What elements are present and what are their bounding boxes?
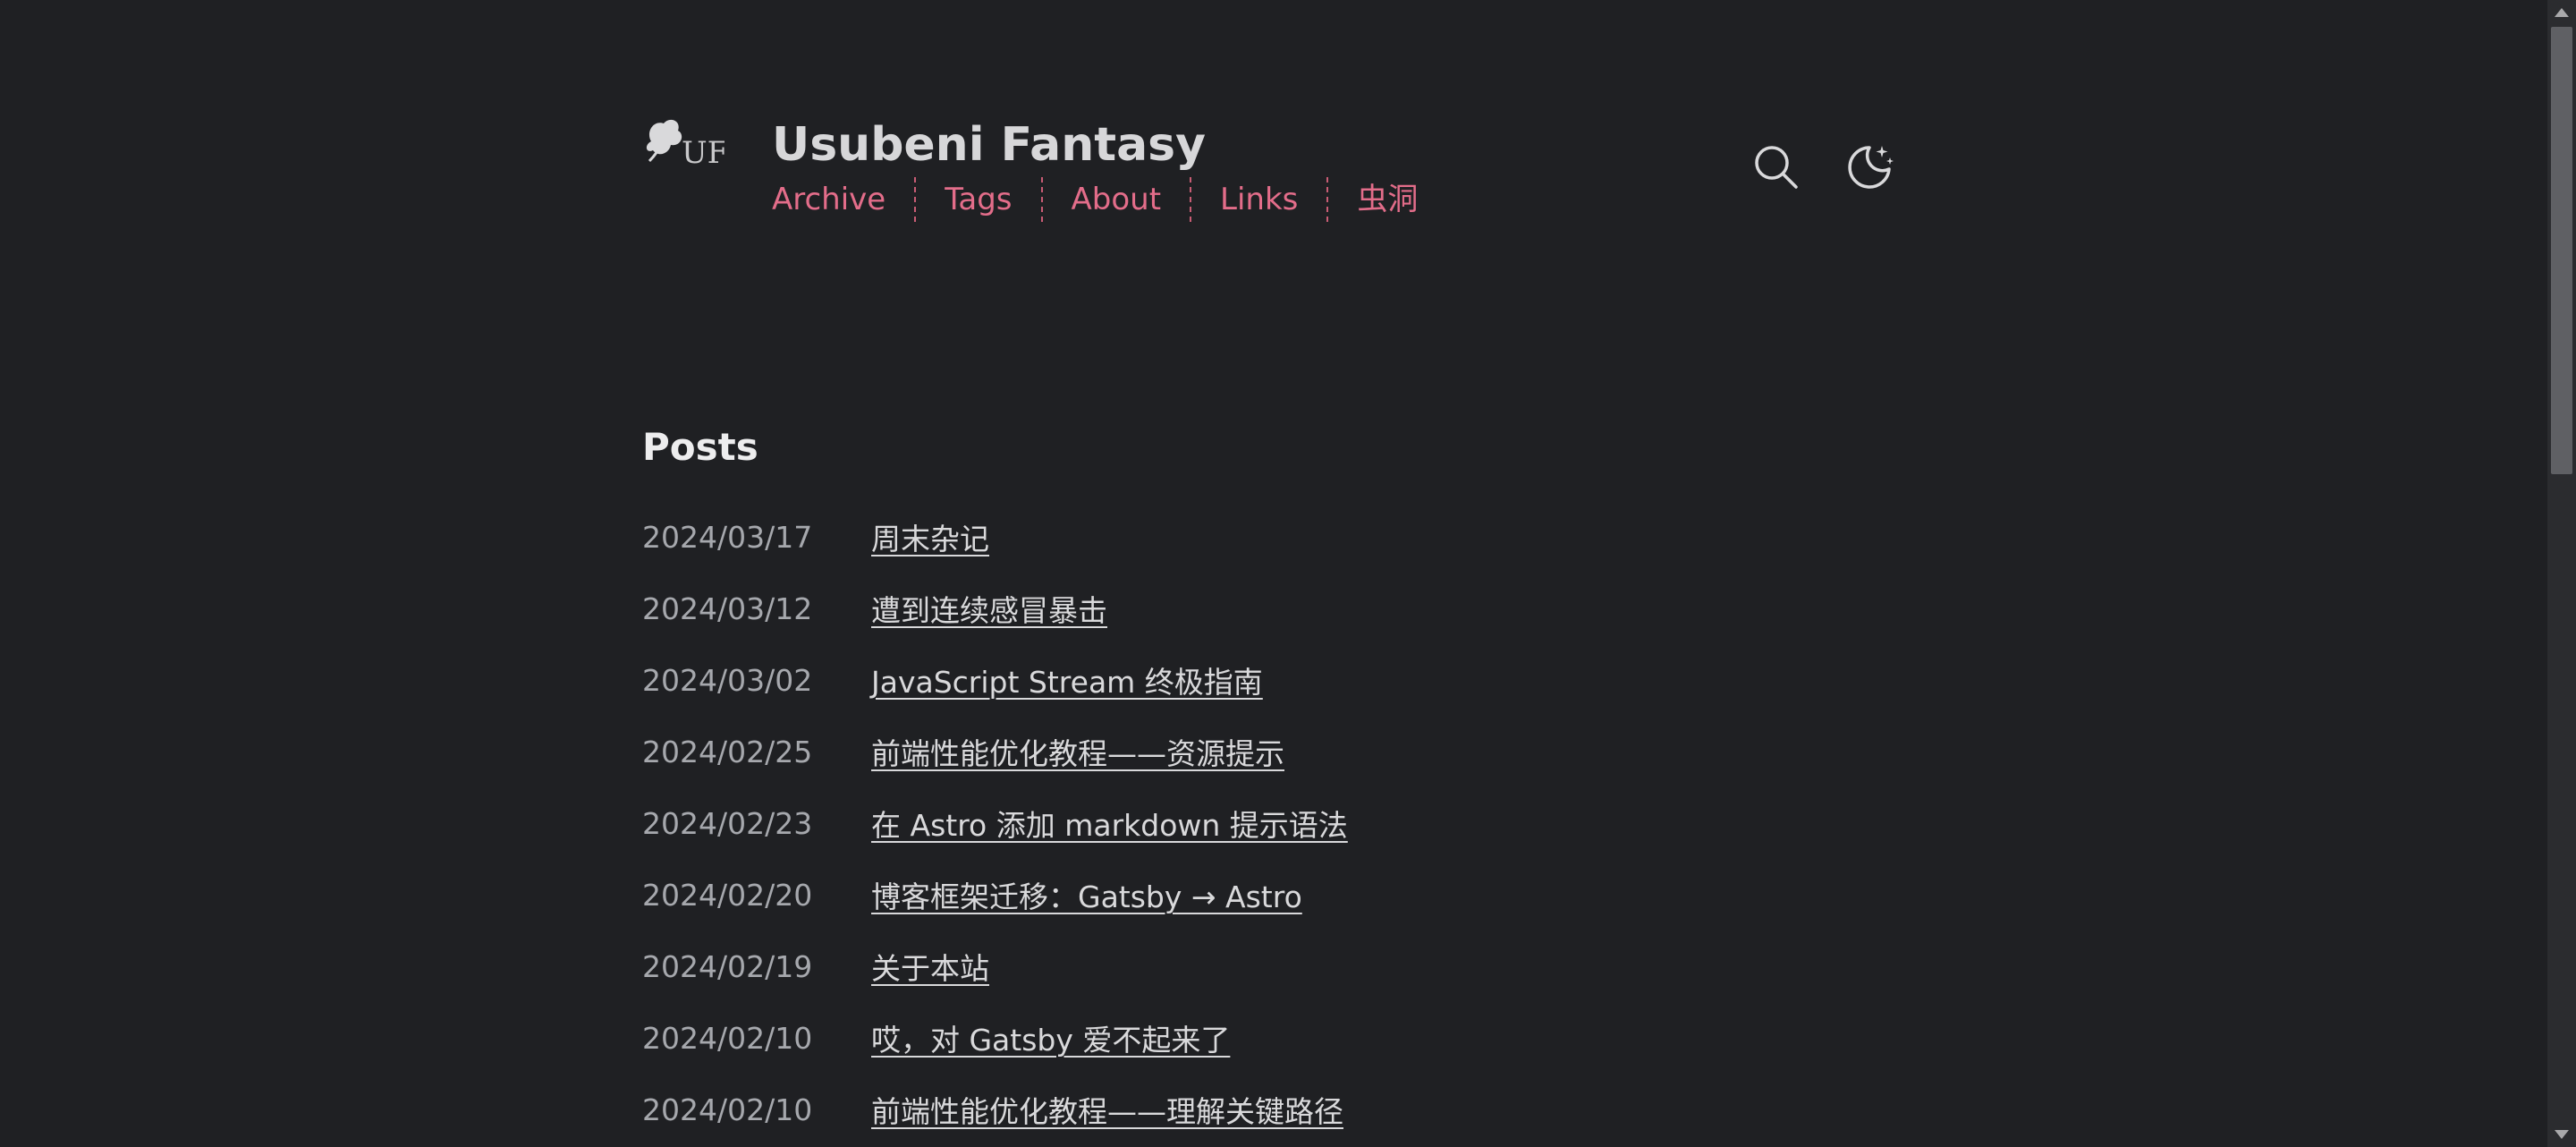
post-link[interactable]: 周末杂记 — [871, 515, 989, 558]
leaf-logo-icon: UF — [646, 119, 728, 171]
post-list: 2024/03/17 周末杂记 2024/03/12 遭到连续感冒暴击 2024… — [642, 501, 1894, 1145]
arrow-up-icon — [2555, 8, 2569, 17]
logo-text: UF — [682, 135, 724, 170]
post-link[interactable]: JavaScript Stream 终极指南 — [871, 658, 1263, 701]
site-logo[interactable]: UF — [642, 115, 728, 171]
post-link[interactable]: 关于本站 — [871, 945, 989, 988]
list-item: 2024/02/23 在 Astro 添加 markdown 提示语法 — [642, 787, 1894, 859]
posts-heading: Posts — [642, 425, 758, 469]
list-item: 2024/03/02 JavaScript Stream 终极指南 — [642, 644, 1894, 716]
list-item: 2024/02/10 前端性能优化教程——理解关键路径 — [642, 1074, 1894, 1145]
post-date: 2024/03/02 — [642, 662, 813, 698]
nav-links[interactable]: Links — [1190, 177, 1326, 222]
page: UF Usubeni Fantasy Archive Tags About Li… — [0, 0, 2547, 1147]
post-date: 2024/02/23 — [642, 805, 813, 841]
moon-icon — [1848, 146, 1894, 189]
nav-tags[interactable]: Tags — [914, 177, 1040, 222]
list-item: 2024/02/10 哎，对 Gatsby 爱不起来了 — [642, 1002, 1894, 1074]
post-date: 2024/03/12 — [642, 590, 813, 626]
post-link[interactable]: 哎，对 Gatsby 爱不起来了 — [871, 1016, 1230, 1059]
main-nav: Archive Tags About Links 虫洞 — [772, 177, 1446, 222]
nav-about[interactable]: About — [1040, 177, 1191, 222]
post-date: 2024/02/10 — [642, 1092, 813, 1127]
post-link[interactable]: 在 Astro 添加 markdown 提示语法 — [871, 802, 1348, 845]
arrow-down-icon — [2555, 1130, 2569, 1139]
post-link[interactable]: 前端性能优化教程——理解关键路径 — [871, 1088, 1343, 1131]
search-button[interactable] — [1750, 140, 1803, 194]
list-item: 2024/03/12 遭到连续感冒暴击 — [642, 573, 1894, 644]
vertical-scrollbar[interactable] — [2547, 0, 2576, 1147]
list-item: 2024/02/25 前端性能优化教程——资源提示 — [642, 716, 1894, 787]
site-title[interactable]: Usubeni Fantasy — [772, 113, 1206, 177]
search-icon — [1755, 146, 1798, 189]
list-item: 2024/03/17 周末杂记 — [642, 501, 1894, 573]
post-link[interactable]: 前端性能优化教程——资源提示 — [871, 730, 1284, 773]
scrollbar-thumb[interactable] — [2551, 27, 2572, 474]
scroll-up-button[interactable] — [2547, 0, 2576, 25]
post-date: 2024/02/25 — [642, 734, 813, 769]
list-item: 2024/02/20 博客框架迁移：Gatsby → Astro — [642, 859, 1894, 930]
post-link[interactable]: 遭到连续感冒暴击 — [871, 587, 1107, 630]
post-date: 2024/02/19 — [642, 948, 813, 984]
theme-toggle-button[interactable] — [1843, 140, 1896, 194]
scroll-down-button[interactable] — [2547, 1122, 2576, 1147]
post-date: 2024/02/10 — [642, 1020, 813, 1056]
nav-wormhole[interactable]: 虫洞 — [1326, 177, 1446, 222]
post-date: 2024/02/20 — [642, 877, 813, 913]
nav-archive[interactable]: Archive — [772, 177, 914, 222]
post-date: 2024/03/17 — [642, 519, 813, 555]
post-link[interactable]: 博客框架迁移：Gatsby → Astro — [871, 873, 1302, 916]
list-item: 2024/02/19 关于本站 — [642, 930, 1894, 1002]
